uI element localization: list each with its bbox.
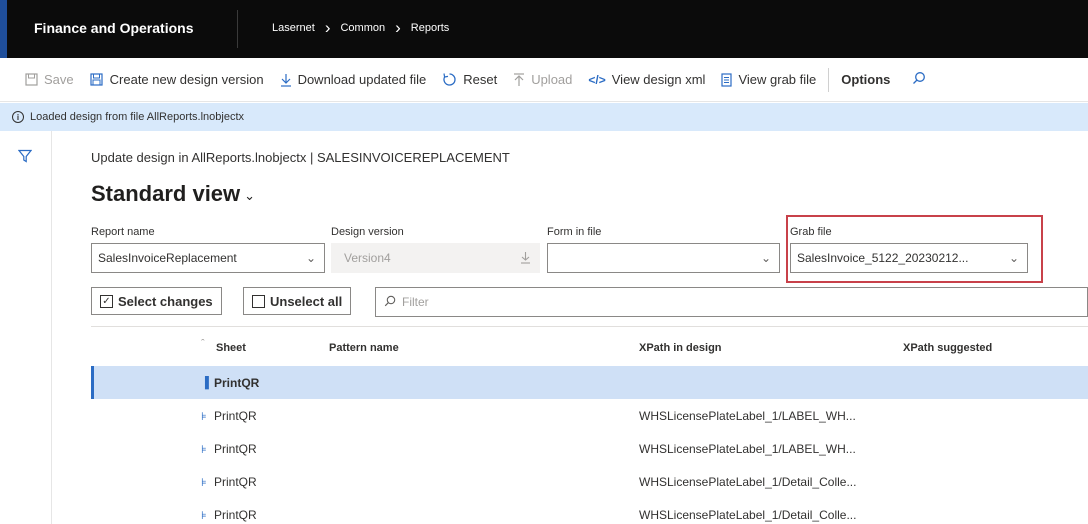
table-row[interactable]: ⊧ PrintQR WHSLicensePlateLabel_1/LABEL_W…: [91, 432, 1088, 465]
design-version-field: Version4: [331, 243, 540, 273]
select-changes-label: Select changes: [118, 293, 213, 309]
nav-accent-strip: [0, 0, 7, 58]
chevron-right-icon: ›: [324, 17, 331, 37]
column-header-xpath-suggested[interactable]: XPath suggested: [903, 342, 992, 354]
column-header-sheet[interactable]: Sheet: [216, 342, 246, 354]
download-updated-file-button[interactable]: Download updated file: [280, 72, 427, 87]
chevron-down-icon: ⌄: [244, 188, 256, 203]
top-nav-bar: Finance and Operations Lasernet › Common…: [0, 0, 1088, 58]
code-icon: </>: [588, 72, 606, 87]
create-new-design-version-button[interactable]: Create new design version: [90, 72, 264, 87]
grid-header: ˆ Sheet Pattern name XPath in design XPa…: [91, 326, 1088, 366]
create-version-label: Create new design version: [109, 72, 264, 87]
app-title[interactable]: Finance and Operations: [34, 20, 193, 36]
breadcrumb-item-common[interactable]: Common: [340, 22, 385, 34]
cell-xpath-design: WHSLicensePlateLabel_1/Detail_Colle...: [639, 475, 857, 489]
unselect-all-button[interactable]: Unselect all: [243, 287, 352, 315]
filter-pane-strip: [0, 131, 52, 524]
sheet-icon: ⊧: [201, 510, 207, 522]
chevron-down-icon: ⌄: [305, 251, 316, 265]
reset-label: Reset: [463, 72, 498, 87]
message-text: Loaded design from file AllReports.lnobj…: [30, 111, 245, 123]
view-design-xml-button[interactable]: </> View design xml: [588, 72, 705, 87]
form-caption: Update design in AllReports.lnobjectx | …: [91, 150, 510, 165]
cell-sheet: PrintQR: [214, 376, 260, 390]
table-row[interactable]: ⊧ PrintQR WHSLicensePlateLabel_1/LABEL_W…: [91, 399, 1088, 432]
download-icon: [280, 73, 292, 87]
document-icon: [721, 72, 733, 87]
upload-icon: [513, 72, 525, 87]
reset-icon: [442, 72, 457, 87]
form-in-file-dropdown[interactable]: ⌄: [547, 243, 780, 273]
sheet-icon: ⊧: [201, 444, 207, 456]
filter-icon[interactable]: [17, 149, 33, 168]
chevron-down-icon: ⌄: [760, 251, 771, 265]
breadcrumb-item-lasernet[interactable]: Lasernet: [272, 22, 315, 34]
search-icon: [384, 295, 396, 310]
cell-sheet: PrintQR: [214, 442, 257, 456]
nav-divider: [237, 10, 238, 48]
design-version-label: Design version: [331, 226, 404, 238]
cell-xpath-design: WHSLicensePlateLabel_1/LABEL_WH...: [639, 442, 856, 456]
info-icon: i: [12, 111, 24, 123]
design-version-value: Version4: [344, 251, 391, 265]
chevron-right-icon: ›: [395, 17, 401, 37]
report-name-dropdown[interactable]: SalesInvoiceReplacement ⌄: [91, 243, 325, 273]
checkbox-empty-icon: [252, 294, 265, 308]
cell-sheet: PrintQR: [214, 508, 257, 522]
action-pane: Save Create new design version Download …: [0, 58, 1088, 102]
upload-label: Upload: [531, 72, 573, 87]
save-icon: [25, 73, 38, 86]
options-tab[interactable]: Options: [841, 72, 890, 87]
filter-input[interactable]: Filter: [375, 287, 1088, 317]
table-row[interactable]: ⊧ PrintQR WHSLicensePlateLabel_1/Detail_…: [91, 465, 1088, 498]
message-bar: i Loaded design from file AllReports.lno…: [0, 103, 1088, 131]
sheet-icon: ⊧: [201, 477, 207, 489]
reset-button[interactable]: Reset: [442, 72, 497, 87]
row-selection-marker: [91, 366, 94, 399]
sort-indicator-icon: ˆ: [201, 338, 205, 350]
filter-placeholder: Filter: [402, 295, 429, 309]
cell-sheet: PrintQR: [214, 409, 257, 423]
unselect-all-label: Unselect all: [270, 293, 343, 309]
view-title: Standard view: [91, 181, 241, 206]
select-changes-button[interactable]: ✓ Select changes: [91, 287, 222, 315]
download-icon: [520, 251, 531, 267]
cell-sheet: PrintQR: [214, 475, 257, 489]
download-label: Download updated file: [297, 72, 427, 87]
upload-button[interactable]: Upload: [513, 72, 572, 87]
form-in-file-label: Form in file: [547, 226, 602, 238]
breadcrumb-item-reports[interactable]: Reports: [411, 22, 450, 34]
action-separator: [828, 67, 830, 92]
cell-xpath-design: WHSLicensePlateLabel_1/LABEL_WH...: [639, 409, 856, 423]
table-row[interactable]: ▐ PrintQR: [91, 366, 1088, 399]
cell-xpath-design: WHSLicensePlateLabel_1/Detail_Colle...: [639, 508, 857, 522]
checkbox-checked-icon: ✓: [100, 294, 113, 308]
report-name-value: SalesInvoiceReplacement: [98, 251, 237, 265]
search-icon[interactable]: [912, 71, 926, 89]
view-grab-file-button[interactable]: View grab file: [721, 72, 816, 87]
save-as-icon: [90, 73, 104, 86]
save-label: Save: [44, 72, 74, 87]
column-header-xpath-in-design[interactable]: XPath in design: [639, 342, 722, 354]
sheet-icon: ⊧: [201, 411, 207, 423]
column-header-pattern-name[interactable]: Pattern name: [329, 342, 399, 354]
highlight-box: [786, 215, 1043, 283]
view-grab-label: View grab file: [738, 72, 817, 87]
changes-grid: ˆ Sheet Pattern name XPath in design XPa…: [91, 326, 1088, 524]
breadcrumb: Lasernet › Common › Reports: [272, 17, 450, 37]
view-selector[interactable]: Standard view ⌄: [91, 181, 255, 207]
report-name-label: Report name: [91, 226, 155, 238]
save-button[interactable]: Save: [25, 72, 74, 87]
view-xml-label: View design xml: [611, 72, 706, 87]
sheet-icon: ▐: [201, 377, 209, 389]
table-row[interactable]: ⊧ PrintQR WHSLicensePlateLabel_1/Detail_…: [91, 498, 1088, 524]
